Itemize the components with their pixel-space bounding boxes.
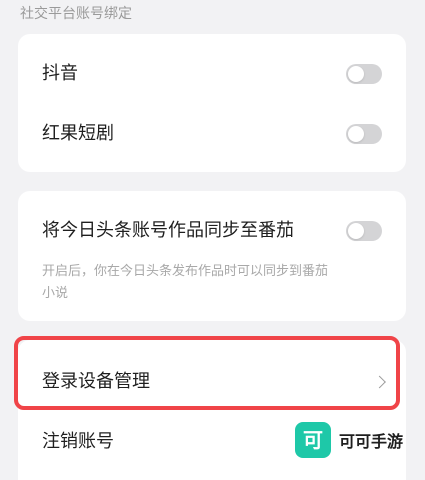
login-devices-row[interactable]: 登录设备管理 [18,354,406,410]
sync-description: 开启后，你在今日头条发布作品时可以同步到番茄小说 [42,264,329,301]
sync-row[interactable]: 将今日头条账号作品同步至番茄 [18,203,406,259]
sync-toggle-knob [348,223,364,239]
hongguo-toggle[interactable] [346,124,382,144]
douyin-row[interactable]: 抖音 [18,46,406,102]
social-binding-section-title: 社交平台账号绑定 [20,6,132,22]
hongguo-toggle-knob [348,126,364,142]
sync-label: 将今日头条账号作品同步至番茄 [42,220,294,241]
douyin-toggle-knob [348,66,364,82]
hongguo-label: 红果短剧 [42,123,114,144]
login-devices-label: 登录设备管理 [42,371,150,392]
hongguo-row[interactable]: 红果短剧 [18,106,406,162]
douyin-label: 抖音 [42,63,78,84]
account-card: 登录设备管理 注销账号 [18,340,406,480]
sync-card: 将今日头条账号作品同步至番茄 开启后，你在今日头条发布作品时可以同步到番茄小说 [18,191,406,321]
chevron-right-icon [373,375,386,389]
sync-toggle[interactable] [346,221,382,241]
watermark-text: 可可手游 [339,432,404,451]
social-binding-card: 抖音 红果短剧 [18,34,406,172]
watermark: 可 可可手游 [295,422,403,458]
douyin-toggle[interactable] [346,64,382,84]
watermark-logo-icon: 可 [295,422,331,458]
deactivate-account-label: 注销账号 [42,431,114,452]
